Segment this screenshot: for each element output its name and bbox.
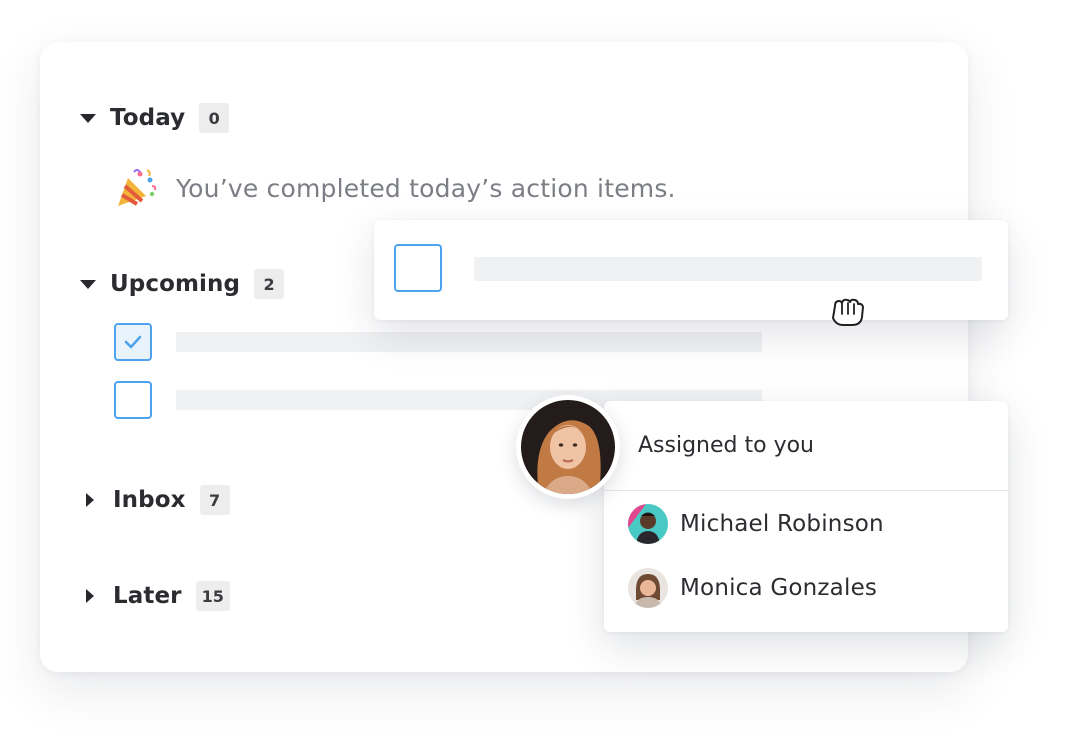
task-checkbox[interactable] [394,244,442,292]
assignee-option[interactable]: Michael Robinson [628,504,884,544]
party-popper-icon [118,169,157,206]
completed-message: You’ve completed today’s action items. [176,173,676,203]
current-user-avatar [516,395,620,499]
assignee-popup: Assigned to you Michael Robinson Monica … [604,401,1008,632]
assignee-option[interactable]: Monica Gonzales [628,568,877,608]
section-today-header[interactable]: Today 0 [80,102,230,134]
caret-right-icon [86,493,94,507]
count-badge: 7 [199,485,230,515]
checkmark-icon [124,335,142,349]
section-later-header[interactable]: Later 15 [80,580,230,612]
count-badge: 15 [195,581,230,611]
caret-right-icon [86,589,94,603]
stage: Today 0 You’ve completed today’s action … [0,0,1080,752]
assignee-name: Michael Robinson [680,511,884,537]
caret-down-icon [80,113,96,123]
task-title-placeholder [176,332,762,352]
caret-down-icon [80,279,96,289]
assigned-to-you-option[interactable]: Assigned to you [638,433,814,458]
task-checkbox[interactable] [114,323,152,361]
section-title: Today [110,105,186,131]
section-title: Inbox [113,487,186,513]
task-row[interactable] [114,323,762,361]
avatar [628,568,668,608]
avatar [521,400,615,494]
section-upcoming-header[interactable]: Upcoming 2 [80,268,285,300]
section-inbox-header[interactable]: Inbox 7 [80,484,230,516]
section-title: Later [113,583,182,609]
grab-hand-icon [832,298,864,326]
divider [604,490,1008,491]
section-title: Upcoming [110,271,241,297]
count-badge: 0 [199,103,230,133]
completed-message-row: You’ve completed today’s action items. [114,166,676,210]
dragged-task-card[interactable] [374,220,1008,320]
count-badge: 2 [254,269,285,299]
task-title-placeholder [474,257,982,281]
assignee-name: Monica Gonzales [680,575,878,601]
task-checkbox[interactable] [114,381,152,419]
avatar [628,504,668,544]
